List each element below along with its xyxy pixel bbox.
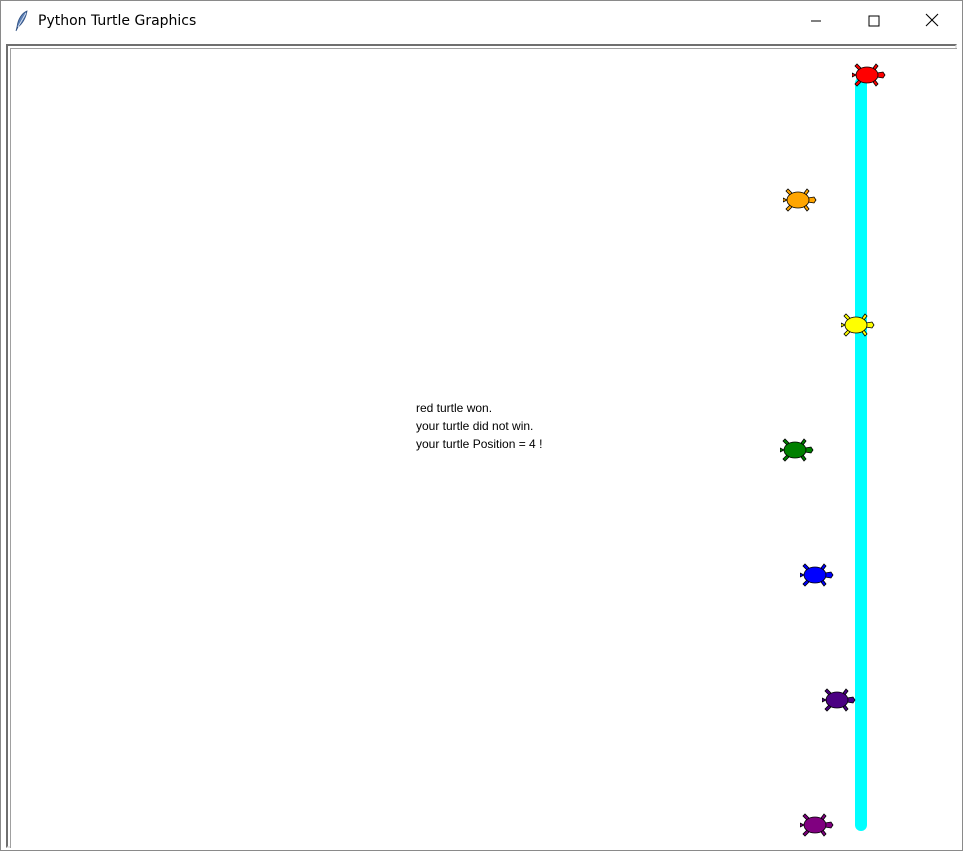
- maximize-button[interactable]: [845, 1, 903, 41]
- turtle-blue: [799, 562, 834, 588]
- close-button[interactable]: [903, 1, 961, 41]
- turtle-indigo: [821, 687, 856, 713]
- title-bar[interactable]: Python Turtle Graphics: [1, 1, 962, 41]
- close-icon: [925, 12, 939, 31]
- user-position-message: your turtle Position = 4 !: [416, 437, 543, 451]
- turtle-purple: [799, 812, 834, 838]
- turtle-graphics-window: Python Turtle Graphics red turtle won. y…: [0, 0, 963, 851]
- minimize-icon: [810, 12, 822, 31]
- turtle-orange: [782, 187, 817, 213]
- turtle-green: [779, 437, 814, 463]
- feather-icon: [14, 10, 30, 32]
- minimize-button[interactable]: [787, 1, 845, 41]
- turtle-red: [851, 62, 886, 88]
- turtle-yellow: [840, 312, 875, 338]
- winner-message: red turtle won.: [416, 401, 493, 415]
- finish-line: [855, 77, 867, 831]
- user-result-message: your turtle did not win.: [416, 419, 534, 433]
- maximize-icon: [868, 12, 880, 31]
- race-result-message: red turtle won. your turtle did not win.…: [416, 399, 542, 453]
- window-title: Python Turtle Graphics: [38, 13, 197, 29]
